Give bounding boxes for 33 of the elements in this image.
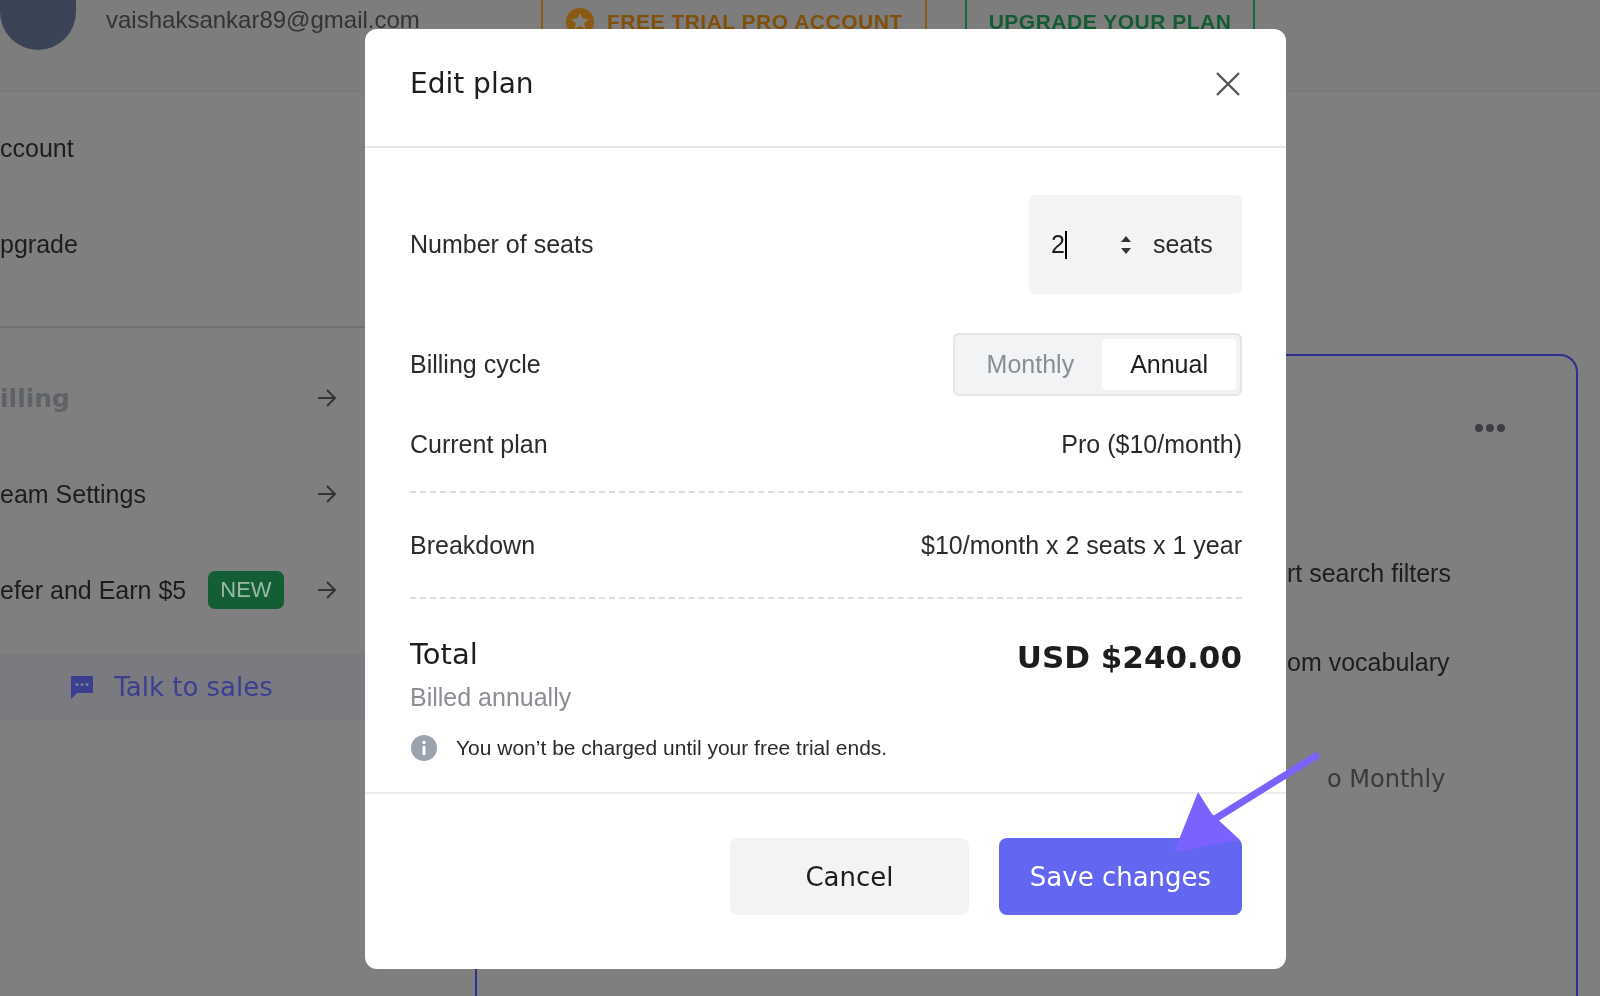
field-label: Billing cycle xyxy=(410,350,541,379)
row-label: Current plan xyxy=(410,430,548,459)
more-icon[interactable] xyxy=(1474,423,1506,433)
feature-text: om vocabulary xyxy=(1287,648,1451,677)
total-amount: USD $240.00 xyxy=(1016,638,1242,677)
sidebar-item[interactable]: ccount xyxy=(0,134,365,230)
info-text: You won’t be charged until your free trial ends. xyxy=(456,736,888,760)
arrow-right-icon[interactable] xyxy=(316,580,338,600)
dialog-title: Edit plan xyxy=(410,67,534,100)
close-icon[interactable] xyxy=(1215,70,1241,97)
cancel-button[interactable]: Cancel xyxy=(730,838,969,915)
row-label: Breakdown xyxy=(410,530,536,560)
talk-to-sales-button[interactable]: Talk to sales xyxy=(0,654,365,720)
info-icon xyxy=(410,734,438,762)
billing-option[interactable]: Monthly xyxy=(958,339,1103,390)
total-label: Total xyxy=(410,637,479,671)
row-value: $10/month x 2 seats x 1 year xyxy=(921,530,1242,560)
billing-note: Billed annually xyxy=(410,683,572,712)
arrow-right-icon[interactable] xyxy=(316,484,338,504)
feature-text: rt search filters xyxy=(1287,559,1452,588)
sidebar-item[interactable]: eam Settings xyxy=(0,479,146,509)
email-text: vaishaksankar89@gmail.com xyxy=(106,6,421,34)
arrow-right-icon[interactable] xyxy=(316,388,338,408)
new-badge: NEW xyxy=(208,571,284,609)
sidebar-item[interactable]: pgrade xyxy=(0,230,365,326)
field-label: Number of seats xyxy=(410,230,594,259)
billing-option[interactable]: Annual xyxy=(1102,339,1236,390)
row-value: Pro ($10/month) xyxy=(1061,430,1242,459)
save-button[interactable]: Save changes xyxy=(999,838,1242,915)
sidebar-item[interactable]: efer and Earn $5 xyxy=(0,575,187,605)
unit-text: seats xyxy=(1152,230,1213,259)
feature-text: o Monthly xyxy=(1326,765,1447,793)
seats-field[interactable]: 2 seats xyxy=(1029,195,1242,294)
